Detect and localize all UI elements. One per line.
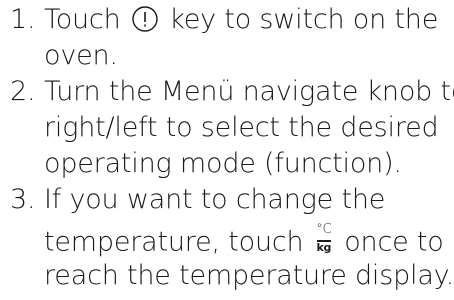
step-number: 1. (10, 4, 36, 35)
instruction-list: 1. Touch key to switch on the oven. 2. T… (0, 0, 454, 300)
step-number: 2. (10, 76, 36, 107)
power-icon (131, 5, 159, 33)
step-text: Touch (44, 4, 129, 35)
step-line: reach the temperature display. (44, 260, 454, 291)
temperature-weight-icon: °C kg (316, 222, 332, 256)
step-text: key to switch on the (160, 4, 439, 35)
step-text: once to (335, 226, 444, 258)
step-line: oven. (44, 40, 118, 71)
step-line: Touch key to switch on the (44, 2, 438, 38)
step-number: 3. (10, 184, 36, 215)
step-line: If you want to change the (44, 184, 386, 215)
step-text: temperature, touch (44, 226, 312, 258)
weight-unit-label: kg (316, 241, 332, 254)
step-line: Turn the Menü navigate knob to (44, 76, 454, 107)
step-line: right/left to select the desired (44, 112, 439, 143)
step-line: operating mode (function). (44, 148, 402, 179)
temperature-unit-label: °C (316, 222, 332, 237)
